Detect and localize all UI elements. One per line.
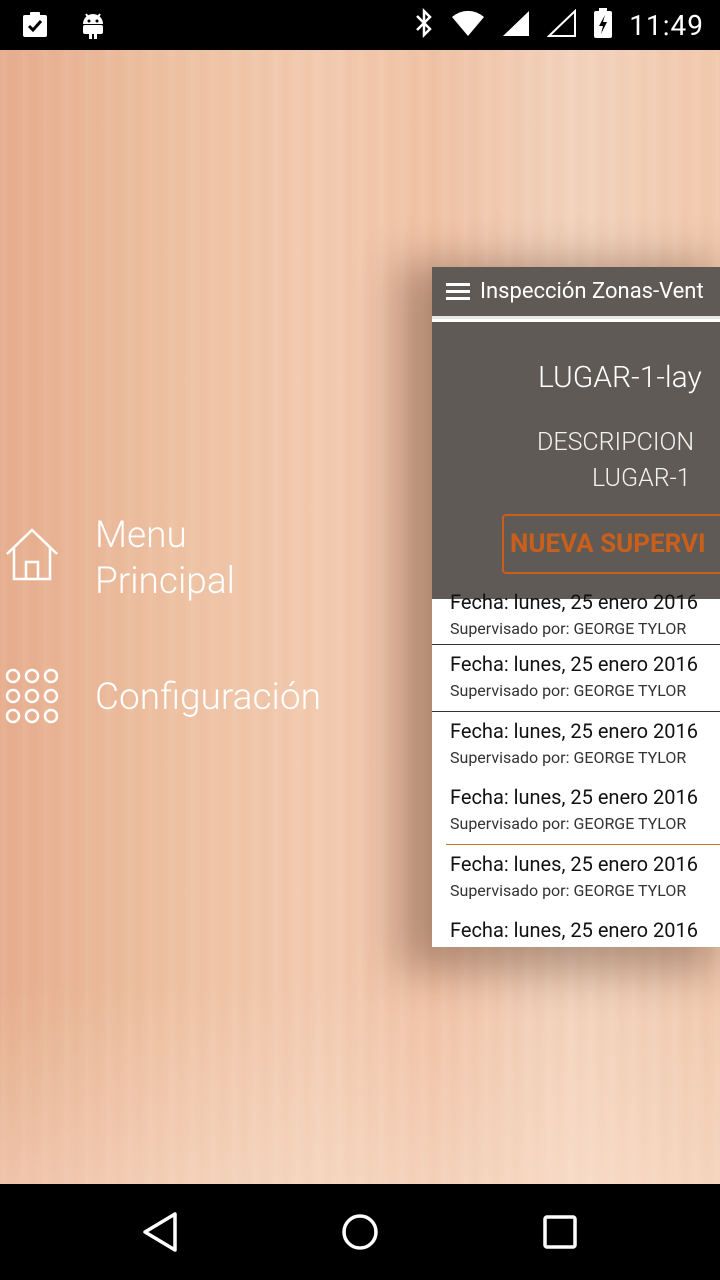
grid-dots-icon (4, 668, 60, 724)
list-item[interactable]: Fecha: lunes, 25 enero 2016 Supervisado … (432, 844, 720, 911)
app-preview-card[interactable]: Inspección Zonas-Vent LUGAR-1-lay DESCRI… (432, 267, 720, 947)
menu-icon[interactable] (446, 283, 470, 301)
home-icon (4, 526, 60, 582)
list-item-date: Fecha: lunes, 25 enero 2016 (450, 652, 698, 676)
toolbar: Inspección Zonas-Vent (432, 267, 720, 319)
back-icon[interactable] (137, 1208, 185, 1256)
list-item-date: Fecha: lunes, 25 enero 2016 (450, 590, 698, 614)
status-bar: 11:49 (0, 0, 720, 50)
battery-charging-icon (593, 7, 613, 43)
list-item-supervisor: Supervisado por: GEORGE TYLOR (450, 880, 687, 900)
toolbar-title: Inspección Zonas-Vent (480, 279, 704, 304)
list-item-date: Fecha: lunes, 25 enero 2016 (450, 851, 698, 876)
list-item-supervisor: Supervisado por: GEORGE TYLOR (450, 681, 687, 700)
supervision-list: Fecha: lunes, 25 enero 2016 Supervisado … (432, 590, 720, 947)
list-item-supervisor: Supervisado por: GEORGE TYLOR (450, 747, 687, 767)
menu-item-label: Menu Principal (95, 514, 235, 603)
menu-item-configuracion[interactable]: Configuración (0, 665, 360, 731)
wifi-icon (451, 9, 485, 41)
list-item-date: Fecha: lunes, 25 enero 2016 (450, 785, 698, 809)
list-item-date: Fecha: lunes, 25 enero 2016 (450, 918, 698, 942)
place-header: LUGAR-1-lay DESCRIPCION LUGAR-1 NUEVA SU… (432, 322, 720, 599)
navigation-bar (0, 1184, 720, 1280)
list-item[interactable]: Fecha: lunes, 25 enero 2016 (432, 911, 720, 947)
android-icon (80, 10, 106, 44)
clock: 11:49 (629, 8, 704, 42)
signal-empty-icon (546, 8, 577, 41)
list-item[interactable]: Fecha: lunes, 25 enero 2016 Supervisado … (432, 711, 720, 778)
description-value: LUGAR-1 (592, 464, 691, 493)
description-label: DESCRIPCION (537, 428, 695, 457)
list-item-date: Fecha: lunes, 25 enero 2016 (450, 718, 698, 743)
menu-item-principal[interactable]: Menu Principal (0, 510, 360, 610)
list-item-supervisor: Supervisado por: GEORGE TYLOR (450, 619, 687, 638)
home-circle-icon[interactable] (336, 1208, 384, 1256)
clipboard-check-icon (20, 10, 50, 44)
new-supervision-button[interactable]: NUEVA SUPERVI (502, 514, 720, 574)
list-item[interactable]: Fecha: lunes, 25 enero 2016 Supervisado … (432, 590, 720, 645)
list-item[interactable]: Fecha: lunes, 25 enero 2016 Supervisado … (432, 778, 720, 845)
signal-icon (501, 9, 531, 41)
bluetooth-icon (413, 7, 435, 42)
menu-item-label: Configuración (95, 676, 321, 719)
list-item[interactable]: Fecha: lunes, 25 enero 2016 Supervisado … (432, 645, 720, 712)
list-item-supervisor: Supervisado por: GEORGE TYLOR (450, 814, 687, 833)
place-title: LUGAR-1-lay (538, 360, 702, 395)
recents-icon[interactable] (536, 1208, 584, 1256)
